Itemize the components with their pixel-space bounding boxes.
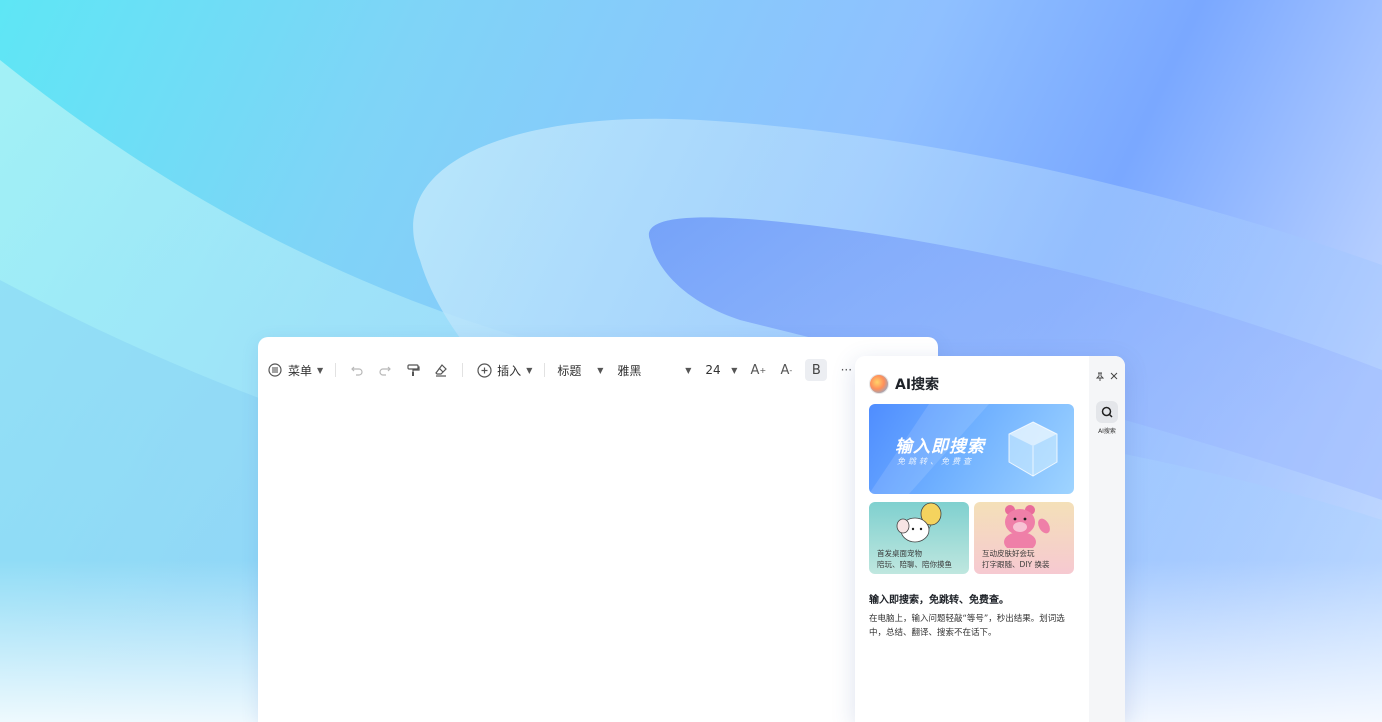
heading-style-select[interactable]: 标题 ▼ <box>557 357 603 383</box>
chevron-down-icon: ▼ <box>685 365 692 375</box>
font-size-value: 24 <box>705 363 721 377</box>
rail-ai-search-button[interactable] <box>1096 401 1118 423</box>
card-line-1: 首发桌面宠物 <box>877 549 922 558</box>
toolbar-divider <box>335 363 337 377</box>
decrease-font-icon[interactable]: A- <box>777 361 795 379</box>
pet-illustration-icon <box>896 502 942 543</box>
panel-side-rail: AI搜索 <box>1089 356 1125 722</box>
pin-icon[interactable] <box>1095 372 1105 384</box>
search-icon <box>1101 406 1113 418</box>
redo-icon[interactable] <box>376 361 394 379</box>
ai-logo-icon <box>869 374 889 394</box>
format-painter-icon[interactable] <box>404 361 422 379</box>
toolbar-divider <box>544 363 546 377</box>
description-body: 在电脑上，输入问题轻敲“等号”，秒出结果。划词选中，总结、翻译、搜索不在话下。 <box>869 614 1065 638</box>
cube-icon <box>1008 421 1058 477</box>
panel-header: AI搜索 <box>869 374 939 394</box>
card-text: 首发桌面宠物 陪玩、陪聊、陪你摸鱼 <box>877 548 952 570</box>
rail-ai-search-label: AI搜索 <box>1098 428 1116 435</box>
chevron-down-icon: ▼ <box>597 365 604 375</box>
increase-font-icon[interactable]: A + <box>749 361 767 379</box>
menu-icon <box>266 361 284 379</box>
banner-title: 输入即搜索 <box>895 437 985 457</box>
chevron-down-icon: ▼ <box>526 365 533 375</box>
panel-title: AI搜索 <box>895 377 940 393</box>
rail-top-actions <box>1089 372 1125 384</box>
more-options-icon[interactable]: ··· <box>837 361 855 379</box>
font-family-value: 雅黑 <box>617 363 642 378</box>
insert-label: 插入 <box>497 363 522 378</box>
font-size-select[interactable]: 24 ▼ <box>705 357 737 383</box>
bear-illustration-icon <box>1004 505 1050 548</box>
bold-button[interactable]: B <box>805 359 828 381</box>
card-line-1: 互动皮肤好会玩 <box>982 549 1035 558</box>
promo-banner[interactable]: 输入即搜索 免跳转、免费查 <box>869 404 1074 494</box>
feature-card-desktop-pet[interactable]: 首发桌面宠物 陪玩、陪聊、陪你摸鱼 <box>869 502 969 574</box>
menu-label: 菜单 <box>288 363 313 378</box>
banner-subtitle: 免跳转、免费查 <box>897 457 974 466</box>
panel-main: AI搜索 输入即搜索 免跳转、免费查 首发桌面宠物 陪玩、陪聊、陪你摸鱼 互动皮… <box>855 356 1089 722</box>
card-line-2: 打字跟随、DIY 换装 <box>982 560 1050 569</box>
font-family-select[interactable]: 雅黑 ▼ <box>617 357 691 383</box>
close-icon[interactable] <box>1110 372 1118 384</box>
insert-button[interactable]: 插入 ▼ <box>475 357 532 383</box>
editor-toolbar: 菜单 ▼ 插入 ▼ 标题 ▼ 雅黑 ▼ 24 ▼ A + A - B ··· <box>258 357 858 383</box>
toolbar-divider <box>462 363 464 377</box>
plus-circle-icon <box>475 361 493 379</box>
card-text: 互动皮肤好会玩 打字跟随、DIY 换装 <box>982 548 1049 570</box>
undo-icon[interactable] <box>348 361 366 379</box>
heading-style-value: 标题 <box>557 363 582 378</box>
feature-card-skins[interactable]: 互动皮肤好会玩 打字跟随、DIY 换装 <box>974 502 1074 574</box>
menu-button[interactable]: 菜单 ▼ <box>266 357 323 383</box>
editor-window: 菜单 ▼ 插入 ▼ 标题 ▼ 雅黑 ▼ 24 ▼ A + A - B ··· <box>258 337 938 722</box>
card-line-2: 陪玩、陪聊、陪你摸鱼 <box>877 560 952 569</box>
eraser-icon[interactable] <box>432 361 450 379</box>
chevron-down-icon: ▼ <box>731 365 738 375</box>
ai-search-panel: AI搜索 输入即搜索 免跳转、免费查 首发桌面宠物 陪玩、陪聊、陪你摸鱼 互动皮… <box>855 356 1125 722</box>
description-title: 输入即搜索，免跳转、免费查。 <box>869 595 1009 606</box>
chevron-down-icon: ▼ <box>317 365 324 375</box>
